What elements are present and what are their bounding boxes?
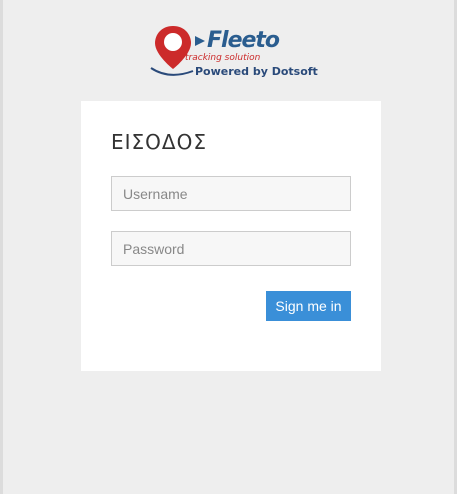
brand-name: Fleeto	[207, 28, 280, 53]
brand-tagline: tracking solution	[185, 53, 261, 63]
username-input[interactable]	[111, 176, 351, 211]
brand-logo: Fleeto tracking solution Powered by Dots…	[149, 24, 318, 82]
login-title: ΕΙΣΟΔΟΣ	[111, 130, 207, 154]
password-input[interactable]	[111, 231, 351, 266]
login-page: Fleeto tracking solution Powered by Dots…	[3, 0, 454, 494]
sign-in-button[interactable]: Sign me in	[266, 291, 351, 321]
powered-by-text: Powered by Dotsoft	[195, 65, 318, 78]
play-arrow-icon	[195, 36, 205, 46]
login-card: ΕΙΣΟΔΟΣ Sign me in	[81, 101, 381, 371]
